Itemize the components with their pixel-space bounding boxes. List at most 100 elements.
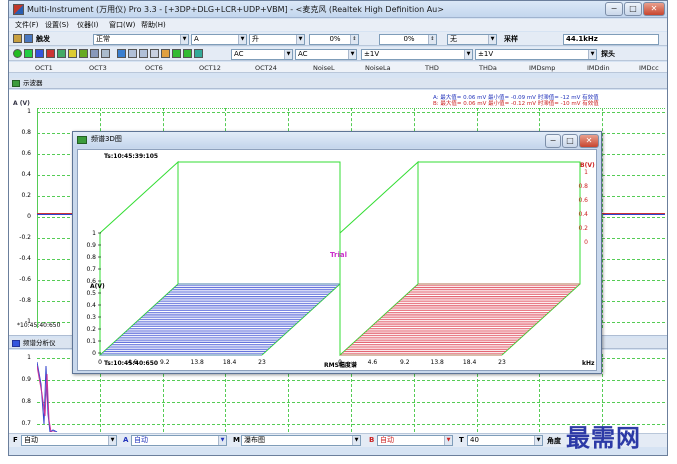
angle-label: 角度 [547, 437, 561, 445]
maximize-button[interactable]: □ [624, 2, 642, 16]
trigger-channel-select[interactable]: A ▼ [191, 34, 247, 45]
stepper-icon[interactable]: ⇕ [350, 35, 358, 44]
spectrum-icon [12, 340, 20, 347]
coupling-a-select[interactable]: AC ▼ [231, 49, 293, 60]
plot-icon[interactable] [90, 49, 99, 58]
open-icon[interactable] [13, 34, 22, 43]
spectrum-y-tick: 0.8 [21, 398, 31, 405]
step-icon[interactable] [183, 49, 192, 58]
sampling-label: 采样 [504, 35, 518, 43]
tab-oct24[interactable]: OCT24 [255, 64, 277, 72]
tab-noisel[interactable]: NoiseL [313, 64, 335, 72]
cursor-a-icon[interactable] [128, 49, 137, 58]
right-y-tick-label: 0.2 [578, 225, 588, 232]
oscilloscope-icon[interactable] [24, 49, 33, 58]
left-x-tick-label: 0 [98, 359, 102, 366]
run-icon[interactable] [13, 49, 22, 58]
trigger-level-input[interactable]: 0% ⇕ [309, 34, 359, 45]
a-select[interactable]: 自动 ▼ [131, 435, 227, 446]
readout-b: B: 最大值= 0.06 mV 最小值= -0.12 mV 时滞值= -10 m… [433, 101, 599, 107]
tab-thd[interactable]: THD [425, 64, 439, 72]
lock-icon[interactable] [117, 49, 126, 58]
m-select[interactable]: 瀑布图 ▼ [241, 435, 361, 446]
tab-oct12[interactable]: OCT12 [199, 64, 221, 72]
dds-icon[interactable] [79, 49, 88, 58]
window-title: Multi-Instrument (万用仪) Pro 3.3 - [+3DP+D… [27, 5, 444, 14]
spectrum-3d-dialog: 频谱3D图 − □ ✕ 0 4.6 9.2 13.8 18.4 23 0 4.6 9.2 13.8… [72, 131, 602, 374]
left-x-tick-label: 9.2 [160, 359, 170, 366]
close-button[interactable]: ✕ [643, 2, 665, 16]
play-icon[interactable] [172, 49, 181, 58]
cursor-b-icon[interactable] [139, 49, 148, 58]
probe-icon[interactable] [161, 49, 170, 58]
save-icon[interactable] [24, 34, 33, 43]
range-b-value: ±1V [478, 50, 494, 58]
menu-file[interactable]: 文件(F) [15, 20, 39, 30]
recorder-icon[interactable] [46, 49, 55, 58]
left-y-tick-label: 0.1 [86, 338, 96, 345]
osc-y-axis-label: A (V) [13, 100, 30, 107]
menu-window[interactable]: 窗口(W) [109, 20, 135, 30]
trigger-mode-value: 正常 [96, 35, 110, 43]
chevron-down-icon: ▼ [588, 50, 596, 59]
menu-instrument[interactable]: 仪器(I) [77, 20, 99, 30]
chevron-down-icon: ▼ [296, 35, 304, 44]
speaker-icon[interactable] [150, 49, 159, 58]
tab-imdcc[interactable]: IMDcc [639, 64, 659, 72]
right-x-tick-label: 18.4 [463, 359, 477, 366]
trigger-none-select[interactable]: 无 ▼ [447, 34, 497, 45]
tab-imddin[interactable]: IMDdin [587, 64, 610, 72]
trigger-edge-select[interactable]: 升 ▼ [249, 34, 305, 45]
menu-help[interactable]: 帮助(H) [141, 20, 166, 30]
tab-oct3[interactable]: OCT3 [89, 64, 107, 72]
chevron-down-icon: ▼ [238, 35, 246, 44]
unit-khz: kHz [582, 360, 595, 367]
spectrum-icon[interactable] [35, 49, 44, 58]
b-select[interactable]: 自动 ▼ [377, 435, 453, 446]
range-a-select[interactable]: ±1V ▼ [361, 49, 473, 60]
f-select[interactable]: 自动 ▼ [21, 435, 117, 446]
settings-icon[interactable] [101, 49, 110, 58]
dialog-plot-area[interactable]: 0 4.6 9.2 13.8 18.4 23 0 4.6 9.2 13.8 18.4 23 1 0.9 0.… [77, 149, 597, 371]
right-y-tick-label: 0.8 [578, 183, 588, 190]
range-b-select[interactable]: ±1V ▼ [475, 49, 597, 60]
chevron-down-icon: ▼ [352, 436, 360, 445]
trigger-mode-select[interactable]: 正常 ▼ [93, 34, 189, 45]
osc-y-tick: 1 [27, 108, 31, 115]
left-y-tick-label: 0 [92, 350, 96, 357]
b-value: 自动 [380, 436, 394, 444]
tab-imdsmp[interactable]: IMDsmp [529, 64, 555, 72]
coupling-b-value: AC [298, 50, 308, 58]
dialog-minimize-button[interactable]: − [545, 134, 561, 148]
spectrum-y-tick: 0.9 [21, 376, 31, 383]
oscilloscope-title: 示波器 [23, 79, 43, 87]
multimeter-icon[interactable] [68, 49, 77, 58]
dialog-title: 频谱3D图 [91, 135, 122, 143]
minimize-button[interactable]: − [605, 2, 623, 16]
tab-thda[interactable]: THDa [479, 64, 497, 72]
tab-noisela[interactable]: NoiseLa [365, 64, 391, 72]
trigger-none-value: 无 [450, 35, 457, 43]
dialog-icon [77, 136, 87, 144]
dialog-maximize-button[interactable]: □ [562, 134, 578, 148]
dialog-right-axis-label: B(V) [580, 162, 595, 169]
generator-icon[interactable] [57, 49, 66, 58]
chevron-down-icon: ▼ [534, 436, 542, 445]
coupling-b-select[interactable]: AC ▼ [295, 49, 357, 60]
menu-settings[interactable]: 设置(S) [45, 20, 69, 30]
m-label: M [233, 436, 240, 444]
osc-y-tick: -0.6 [19, 276, 31, 283]
rms-label: RMS幅度谱 [324, 362, 357, 369]
spectrum-3d-plot[interactable]: 0 4.6 9.2 13.8 18.4 23 0 4.6 9.2 13.8 18.4 2310.90.… [78, 150, 596, 370]
dialog-close-button[interactable]: ✕ [579, 134, 599, 148]
a-value: 自动 [134, 436, 148, 444]
pretrigger-input[interactable]: 0% ⇕ [379, 34, 437, 45]
left-y-tick-label: 0.5 [86, 290, 96, 297]
tab-oct6[interactable]: OCT6 [145, 64, 163, 72]
t-select[interactable]: 40 ▼ [467, 435, 543, 446]
chevron-down-icon: ▼ [444, 436, 452, 445]
sample-rate-select[interactable]: 44.1kHz [563, 34, 659, 45]
tab-oct1[interactable]: OCT1 [35, 64, 53, 72]
spectrum-traces [37, 361, 58, 432]
stepper-icon[interactable]: ⇕ [428, 35, 436, 44]
